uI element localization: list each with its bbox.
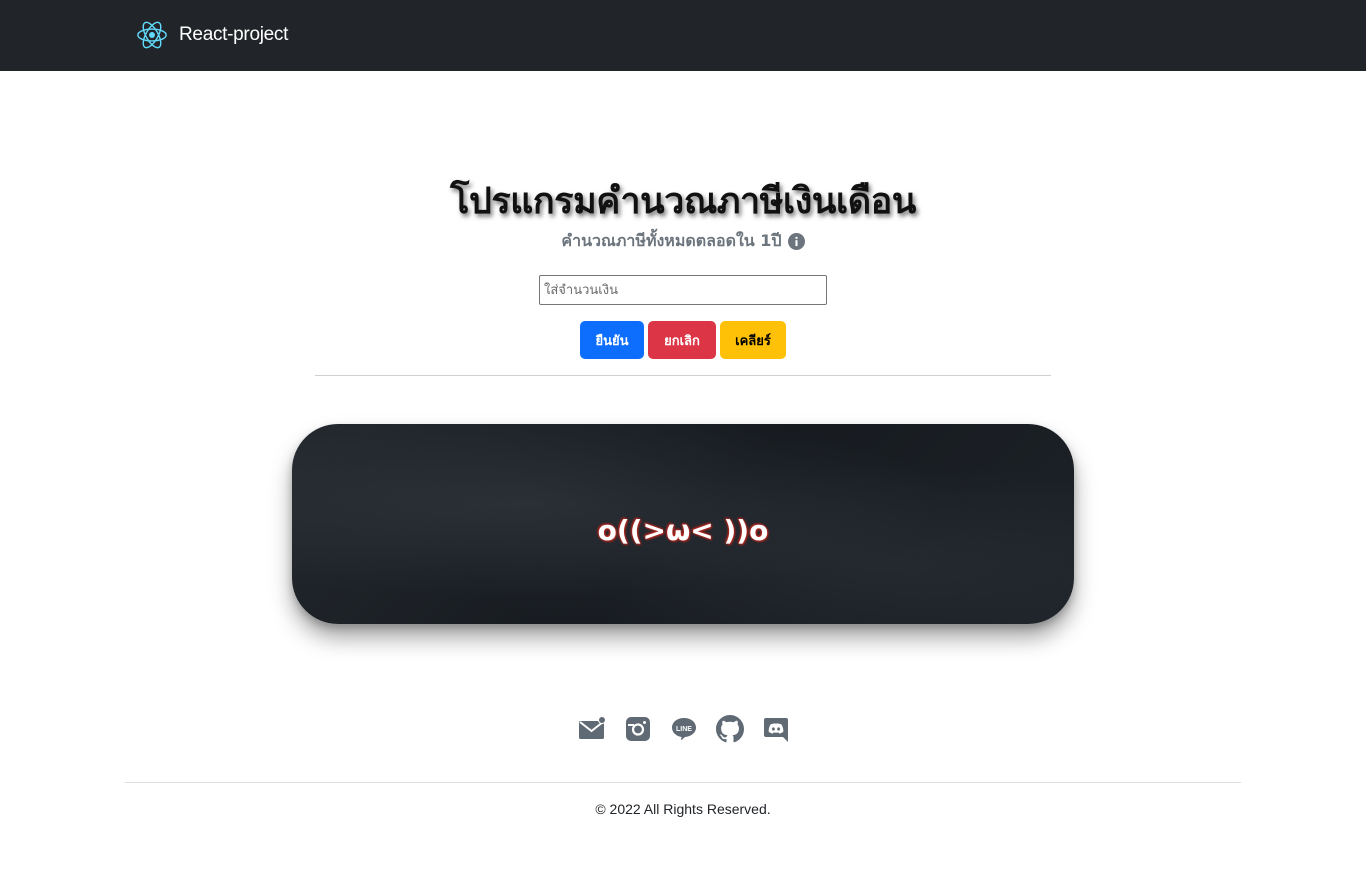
discord-icon[interactable] bbox=[761, 714, 791, 744]
result-card: o((>ω< ))o bbox=[292, 424, 1074, 624]
github-icon[interactable] bbox=[715, 714, 745, 744]
cancel-button[interactable]: ยกเลิก bbox=[648, 321, 716, 359]
info-circle-icon[interactable] bbox=[787, 233, 805, 250]
footer-divider bbox=[125, 782, 1241, 783]
action-buttons: ยืนยัน ยกเลิก เคลียร์ bbox=[580, 321, 786, 359]
navbar: React-project bbox=[0, 0, 1366, 71]
clear-button[interactable]: เคลียร์ bbox=[720, 321, 786, 359]
page-subtitle: คำนวณภาษีทั้งหมดตลอดใน 1ปี bbox=[0, 229, 1366, 254]
svg-text:LINE: LINE bbox=[676, 726, 692, 733]
result-text: o((>ω< ))o bbox=[597, 513, 769, 547]
subtitle-text: คำนวณภาษีทั้งหมดตลอดใน 1ปี bbox=[561, 231, 782, 250]
react-atom-icon bbox=[137, 21, 167, 49]
section-divider bbox=[315, 375, 1051, 376]
copyright-text: © 2022 All Rights Reserved. bbox=[595, 801, 771, 817]
amount-input[interactable] bbox=[539, 275, 827, 305]
mail-icon[interactable] bbox=[577, 714, 607, 744]
confirm-button[interactable]: ยืนยัน bbox=[580, 321, 644, 359]
social-links: LINE bbox=[577, 714, 791, 744]
line-icon[interactable]: LINE bbox=[669, 714, 699, 744]
navbar-brand[interactable]: React-project bbox=[135, 18, 288, 52]
instagram-icon[interactable] bbox=[623, 714, 653, 744]
page-title: โปรแกรมคำนวณภาษีเงินเดือน bbox=[450, 181, 916, 222]
brand-text: React-project bbox=[179, 24, 289, 45]
